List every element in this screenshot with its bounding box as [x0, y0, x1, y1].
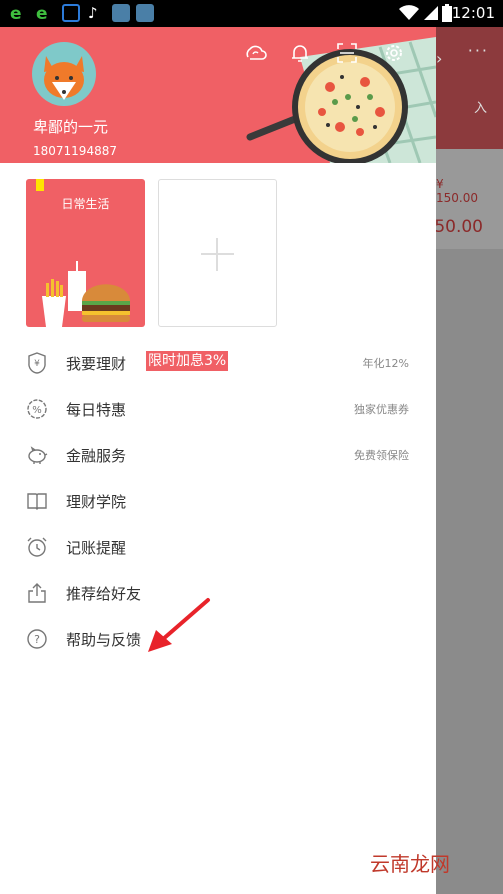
navigation-drawer: 卑鄙的一元 18071194887 日常生活 ¥ 我要理财 限时加息3% 年化1…: [0, 27, 436, 894]
menu-label: 记账提醒: [66, 539, 127, 557]
background-screen: › ··· 入 ¥ 150.00 50.00: [434, 27, 503, 894]
background-amount-small: ¥ 150.00: [436, 177, 478, 205]
card-daily-life[interactable]: 日常生活: [26, 179, 145, 327]
app-icon: [136, 4, 154, 22]
share-icon: [28, 583, 46, 603]
fast-food-illustration: [42, 261, 130, 327]
bell-icon[interactable]: [288, 41, 312, 65]
phone-number: 18071194887: [33, 144, 117, 158]
shield-yen-icon: ¥: [28, 352, 46, 374]
browser-e-icon: e: [36, 4, 48, 24]
more-icon: ···: [467, 41, 489, 60]
add-card-button[interactable]: [158, 179, 277, 327]
menu-item-share[interactable]: 推荐给好友: [0, 573, 436, 613]
settings-icon[interactable]: [382, 41, 406, 65]
menu-label: 我要理财: [66, 355, 127, 373]
chevron-right-icon: ›: [436, 49, 443, 68]
menu-hint: 年化12%: [362, 357, 409, 370]
menu-label: 金融服务: [66, 447, 127, 465]
menu-item-academy[interactable]: 理财学院: [0, 481, 436, 521]
alarm-clock-icon: [27, 537, 47, 557]
svg-text:¥: ¥: [34, 359, 40, 369]
help-icon: ?: [27, 629, 47, 649]
menu-item-reminder[interactable]: 记账提醒: [0, 527, 436, 567]
menu-label: 理财学院: [66, 493, 127, 511]
background-amount-large: 50.00: [434, 217, 483, 237]
browser-e-icon: e: [10, 4, 22, 24]
bag-icon: [62, 4, 80, 22]
fox-avatar-icon: [44, 56, 84, 100]
avatar[interactable]: [32, 42, 96, 106]
watermark: 云南龙网: [370, 852, 450, 876]
svg-text:?: ?: [34, 633, 40, 646]
menu-item-wealth[interactable]: ¥ 我要理财 限时加息3% 年化12%: [0, 343, 436, 383]
background-label: 入: [473, 101, 487, 116]
signal-icon: [424, 6, 438, 20]
menu-label: 帮助与反馈: [66, 631, 142, 649]
bookmark-icon: [36, 179, 44, 191]
promo-badge: 限时加息3%: [146, 351, 229, 371]
tiktok-icon: ♪: [88, 4, 98, 22]
drawer-header: 卑鄙的一元 18071194887: [0, 27, 436, 163]
discount-icon: %: [27, 399, 47, 419]
menu-label: 推荐给好友: [66, 585, 142, 603]
clock: 12:01: [451, 4, 495, 22]
wifi-icon: [399, 5, 419, 20]
card-label: 日常生活: [61, 197, 110, 211]
menu-hint: 免费领保险: [354, 449, 409, 462]
svg-text:%: %: [32, 405, 42, 416]
menu-hint: 独家优惠券: [354, 403, 409, 416]
book-icon: [27, 493, 47, 510]
app-icon: [112, 4, 130, 22]
menu-item-financial-services[interactable]: 金融服务 免费领保险: [0, 435, 436, 475]
menu-label: 每日特惠: [66, 401, 127, 419]
status-bar: e e ♪ 12:01: [0, 0, 503, 27]
scan-icon[interactable]: [335, 41, 359, 65]
background-header: › ··· 入: [436, 27, 503, 149]
annotation-arrow-icon: [148, 598, 210, 652]
username: 卑鄙的一元: [33, 118, 109, 136]
piggy-bank-icon: [28, 446, 48, 464]
sync-icon[interactable]: [243, 41, 267, 65]
battery-icon: [442, 4, 452, 22]
menu-item-help[interactable]: ? 帮助与反馈: [0, 619, 436, 659]
menu-item-daily-deals[interactable]: % 每日特惠 独家优惠券: [0, 389, 436, 429]
